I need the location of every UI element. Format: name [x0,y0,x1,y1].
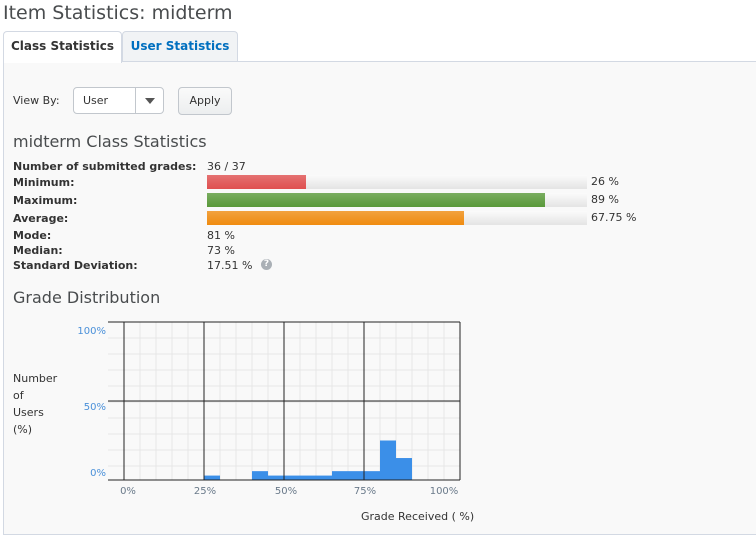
chart-bars [204,440,412,480]
histogram-bar [300,475,316,480]
histogram-bar [204,475,220,480]
histogram-bar [364,471,380,480]
histogram-bar [396,458,412,480]
histogram-bar [380,440,396,480]
histogram-bar [252,471,268,480]
histogram-bar [316,475,332,480]
chart-axes [108,321,461,481]
histogram-bar [348,471,364,480]
histogram-bar [332,471,348,480]
tab-class-statistics[interactable]: Class Statistics [3,31,122,63]
histogram-bar [284,475,300,480]
grade-distribution-chart [108,321,461,481]
histogram-bar [268,475,284,480]
